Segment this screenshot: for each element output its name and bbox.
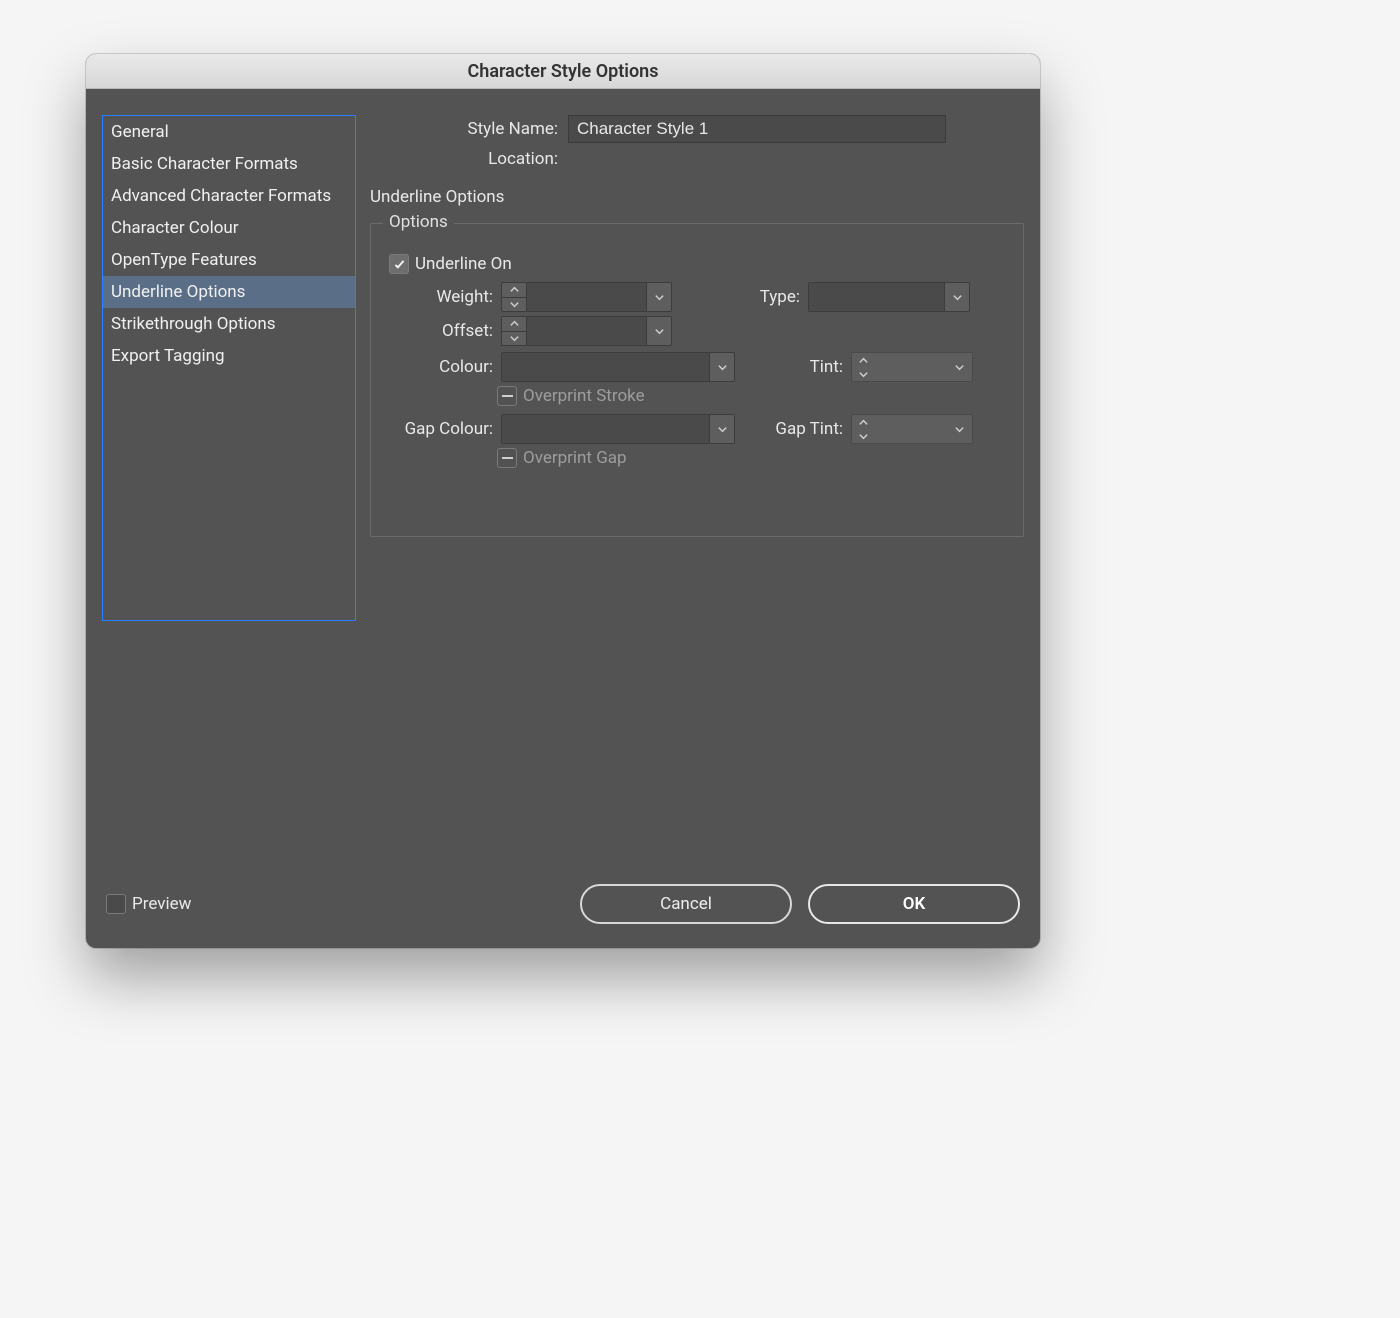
offset-value (527, 317, 646, 345)
chevron-down-icon (717, 362, 728, 373)
overprint-stroke-checkbox[interactable] (497, 386, 517, 406)
chevron-down-icon (954, 424, 965, 435)
location-label: Location: (370, 149, 568, 169)
weight-value (527, 283, 646, 311)
offset-label: Offset: (389, 321, 501, 341)
preview-label: Preview (132, 894, 191, 914)
sidebar-item-basic-character-formats[interactable]: Basic Character Formats (103, 148, 355, 180)
colour-label: Colour: (389, 357, 501, 377)
gap-tint-value (874, 415, 946, 443)
style-name-input[interactable] (568, 115, 946, 143)
chevron-down-icon (654, 292, 665, 303)
sidebar-item-character-colour[interactable]: Character Colour (103, 212, 355, 244)
dialog-window: Character Style Options General Basic Ch… (86, 54, 1040, 948)
sidebar-item-opentype-features[interactable]: OpenType Features (103, 244, 355, 276)
chevron-down-icon (954, 362, 965, 373)
chevron-down-icon (858, 431, 869, 442)
colour-dropdown[interactable] (501, 352, 735, 382)
underline-on-label: Underline On (415, 254, 512, 274)
colour-value (502, 353, 709, 381)
ok-button[interactable]: OK (808, 884, 1020, 924)
type-value (809, 283, 944, 311)
minus-icon (502, 395, 513, 397)
style-name-label: Style Name: (370, 119, 568, 139)
gap-tint-label: Gap Tint: (735, 419, 851, 439)
gap-colour-value (502, 415, 709, 443)
offset-stepper[interactable] (501, 316, 527, 346)
tint-stepper[interactable] (851, 352, 973, 382)
category-sidebar: General Basic Character Formats Advanced… (102, 115, 356, 621)
tint-label: Tint: (735, 357, 851, 377)
sidebar-item-strikethrough-options[interactable]: Strikethrough Options (103, 308, 355, 340)
underline-on-checkbox[interactable] (389, 254, 409, 274)
overprint-gap-label: Overprint Gap (523, 448, 627, 468)
sidebar-item-export-tagging[interactable]: Export Tagging (103, 340, 355, 372)
gap-colour-dropdown[interactable] (501, 414, 735, 444)
chevron-up-icon (509, 284, 520, 295)
sidebar-item-general[interactable]: General (103, 116, 355, 148)
chevron-down-icon (952, 292, 963, 303)
minus-icon (502, 457, 513, 459)
offset-dropdown[interactable] (526, 316, 672, 346)
preview-checkbox[interactable] (106, 894, 126, 914)
sidebar-item-advanced-character-formats[interactable]: Advanced Character Formats (103, 180, 355, 212)
tint-value (874, 353, 946, 381)
chevron-down-icon (509, 299, 520, 310)
chevron-up-icon (509, 318, 520, 329)
window-title: Character Style Options (468, 61, 659, 82)
check-icon (393, 258, 406, 271)
overprint-stroke-label: Overprint Stroke (523, 386, 645, 406)
gap-tint-stepper[interactable] (851, 414, 973, 444)
sidebar-item-underline-options[interactable]: Underline Options (103, 276, 355, 308)
chevron-down-icon (654, 326, 665, 337)
options-fieldset: Options Underline On Weight: (370, 223, 1024, 537)
chevron-down-icon (858, 369, 869, 380)
chevron-down-icon (509, 333, 520, 344)
type-dropdown[interactable] (808, 282, 970, 312)
gap-colour-label: Gap Colour: (389, 419, 501, 439)
cancel-button[interactable]: Cancel (580, 884, 792, 924)
weight-dropdown[interactable] (526, 282, 672, 312)
chevron-up-icon (858, 417, 869, 428)
weight-stepper[interactable] (501, 282, 527, 312)
type-label: Type: (672, 287, 808, 307)
panel-section-title: Underline Options (370, 187, 1024, 207)
weight-label: Weight: (389, 287, 501, 307)
window-titlebar: Character Style Options (86, 54, 1040, 89)
chevron-up-icon (858, 355, 869, 366)
overprint-gap-checkbox[interactable] (497, 448, 517, 468)
fieldset-legend: Options (383, 212, 454, 232)
chevron-down-icon (717, 424, 728, 435)
